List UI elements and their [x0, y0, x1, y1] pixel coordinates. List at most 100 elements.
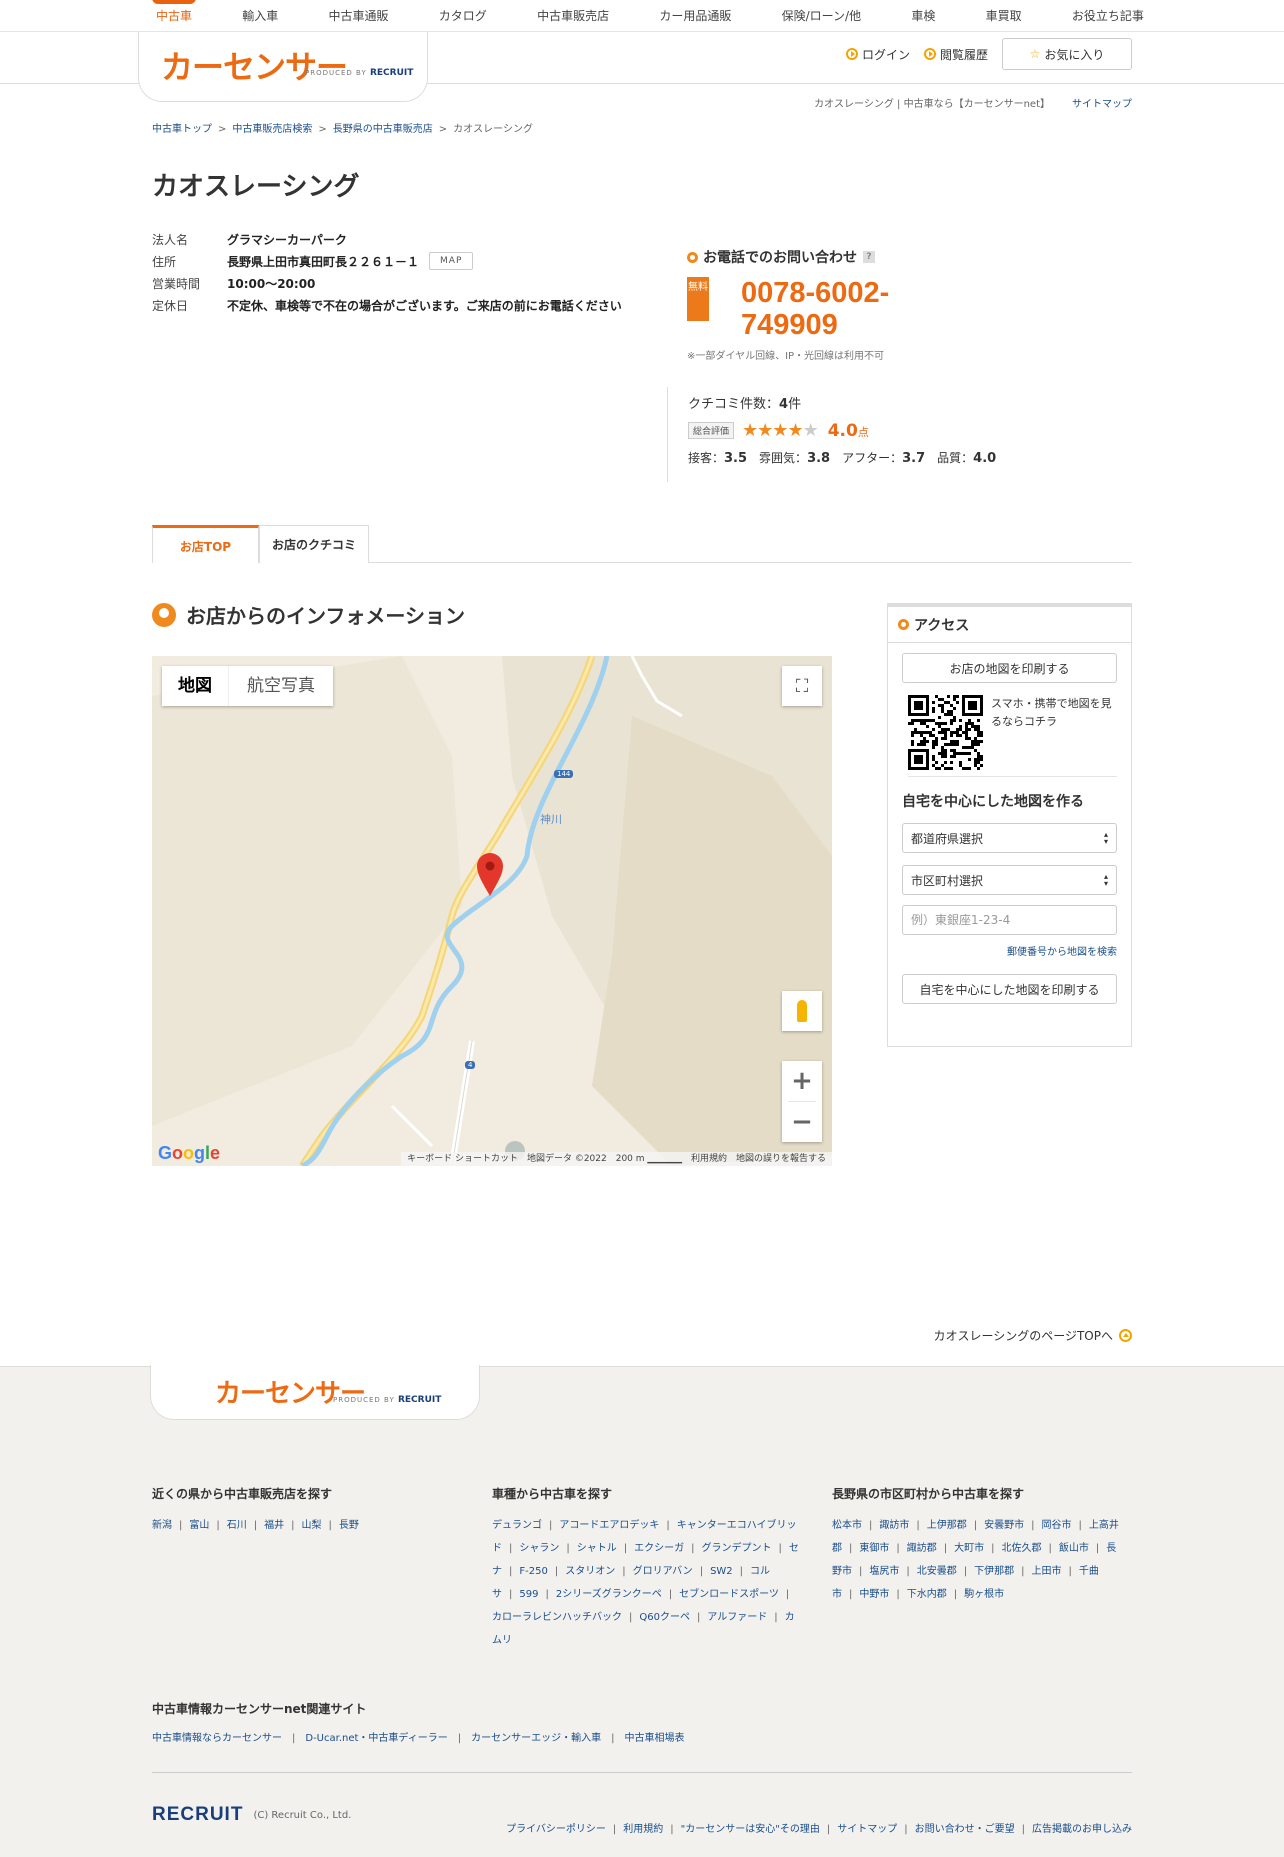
city-link[interactable]: 北佐久郡	[1002, 1543, 1042, 1554]
map-type-map-button[interactable]: 地図	[162, 666, 228, 706]
phone-number[interactable]: 0078-6002- 749909	[741, 277, 889, 341]
car-model-link[interactable]: シャラン	[519, 1543, 559, 1554]
access-panel: アクセス お店の地図を印刷する スマホ・携帯で地図を見るならコチラ 自宅を中心に…	[887, 603, 1132, 1047]
city-link[interactable]: 東御市	[859, 1543, 889, 1554]
zoom-in-button[interactable]: +	[782, 1061, 822, 1101]
car-model-link[interactable]: アコードエアロデッキ	[559, 1520, 659, 1531]
print-map-button[interactable]: お店の地図を印刷する	[902, 653, 1117, 683]
global-nav-item[interactable]: 保険/ローン/他	[776, 0, 868, 32]
footer-link[interactable]: 広告掲載のお申し込み	[1032, 1824, 1132, 1835]
city-link[interactable]: 下伊那郡	[974, 1566, 1014, 1577]
prefecture-link[interactable]: 山梨	[302, 1520, 322, 1531]
city-link[interactable]: 岡谷市	[1042, 1520, 1072, 1531]
prefecture-link[interactable]: 石川	[227, 1520, 247, 1531]
login-link[interactable]: ログイン	[845, 46, 910, 63]
car-model-link[interactable]: グロリアバン	[633, 1566, 693, 1577]
favorites-button[interactable]: ☆ お気に入り	[1002, 38, 1132, 70]
car-model-link[interactable]: F-250	[519, 1566, 547, 1577]
breadcrumb-item[interactable]: 中古車トップ	[152, 124, 212, 135]
map-type-control: 地図 航空写真	[162, 666, 333, 706]
car-model-link[interactable]: アルファード	[707, 1612, 767, 1623]
city-link[interactable]: 駒ヶ根市	[964, 1589, 1004, 1600]
city-link[interactable]: 上田市	[1032, 1566, 1062, 1577]
car-model-link[interactable]: Q60クーペ	[639, 1612, 690, 1623]
fullscreen-icon[interactable]: ⛶	[782, 666, 822, 706]
google-map[interactable]: 神川 144 4 地図 航空写真 ⛶ + − Google キーボード ショート…	[152, 656, 832, 1166]
city-link[interactable]: 中野市	[859, 1589, 889, 1600]
global-nav-item[interactable]: 中古車	[150, 0, 198, 32]
print-home-map-button[interactable]: 自宅を中心にした地図を印刷する	[902, 974, 1117, 1004]
hours-label: 営業時間	[152, 276, 201, 291]
breadcrumb-item[interactable]: 長野県の中古車販売店	[333, 124, 433, 135]
footer-links: 松本市 | 諏訪市 | 上伊那郡 | 安曇野市 | 岡谷市 | 上高井郡 | 東御市 | 諏訪郡 | 大町市 | 北…	[832, 1520, 1119, 1600]
prefecture-link[interactable]: 長野	[339, 1520, 359, 1531]
global-nav: 中古車 輸入車 中古車通販 カタログ 中古車販売店 カー用品通販 保険/ローン/他 車検 車買取…	[0, 0, 1284, 32]
city-link[interactable]: 諏訪市	[879, 1520, 909, 1531]
car-model-link[interactable]: カローラレビンハッチバック	[492, 1612, 622, 1623]
related-site-link[interactable]: カーセンサーエッジ・輸入車	[471, 1733, 601, 1744]
footer-link[interactable]: サイトマップ	[837, 1824, 897, 1835]
history-link[interactable]: 閲覧履歴	[923, 46, 988, 63]
car-model-link[interactable]: セブンロードスポーツ	[679, 1589, 779, 1600]
city-select[interactable]: 市区町村選択	[902, 865, 1117, 895]
car-model-link[interactable]: 599	[519, 1589, 538, 1600]
global-nav-item[interactable]: 輸入車	[236, 0, 284, 32]
global-nav-item[interactable]: 車買取	[980, 0, 1028, 32]
city-link[interactable]: 下水内郡	[907, 1589, 947, 1600]
city-link[interactable]: 諏訪郡	[907, 1543, 937, 1554]
car-model-link[interactable]: SW2	[710, 1566, 733, 1577]
help-icon[interactable]: ?	[863, 251, 875, 263]
prefecture-link[interactable]: 福井	[264, 1520, 284, 1531]
city-link[interactable]: 松本市	[832, 1520, 862, 1531]
breadcrumb-item[interactable]: 中古車販売店検索	[232, 124, 312, 135]
address-input[interactable]	[902, 905, 1117, 935]
footer-link[interactable]: お問い合わせ・ご要望	[915, 1824, 1015, 1835]
global-nav-item[interactable]: お役立ち記事	[1066, 0, 1150, 32]
city-link[interactable]: 大町市	[954, 1543, 984, 1554]
footer-link[interactable]: 利用規約	[623, 1824, 663, 1835]
rating-stars: ★★★★★	[742, 420, 819, 441]
map-type-satellite-button[interactable]: 航空写真	[228, 666, 333, 706]
prefecture-link[interactable]: 新潟	[152, 1520, 172, 1531]
recruit-logo-text[interactable]: RECRUIT	[152, 1804, 243, 1826]
global-nav-item[interactable]: カタログ	[433, 0, 493, 32]
tab-shop-top[interactable]: お店TOP	[152, 525, 259, 563]
car-model-link[interactable]: 2シリーズグランクーペ	[556, 1589, 662, 1600]
car-model-link[interactable]: スタリオン	[565, 1566, 615, 1577]
car-model-link[interactable]: エクシーガ	[634, 1543, 684, 1554]
global-nav-item[interactable]: 車検	[905, 0, 941, 32]
tab-reviews[interactable]: お店のクチコミ	[259, 525, 369, 563]
related-site-link[interactable]: D-Ucar.net・中古車ディーラー	[305, 1733, 447, 1744]
site-logo[interactable]: カーセンサー	[161, 42, 348, 88]
street-view-pegman-icon[interactable]	[782, 991, 822, 1031]
car-model-link[interactable]: シャトル	[577, 1543, 617, 1554]
review-summary: クチコミ件数：4件 総合評価 ★★★★★ 4.0点 接客：3.5 雰囲気：3.8 ア…	[667, 387, 1008, 482]
car-model-link[interactable]: デュランゴ	[492, 1520, 542, 1531]
phone-heading: お電話でのお問い合わせ	[703, 250, 857, 266]
recruit-logo: RECRUIT (C) Recruit Co., Ltd.	[152, 1804, 351, 1826]
page-top-link[interactable]: カオスレーシングのページTOPへ	[933, 1327, 1132, 1344]
car-model-link[interactable]: グランデプント	[702, 1543, 772, 1554]
total-rating-badge: 総合評価	[688, 422, 735, 439]
global-nav-item[interactable]: 中古車販売店	[531, 0, 615, 32]
footer-prefecture-column: 近くの県から中古車販売店を探す 新潟 | 富山 | 石川 | 福井 | 山梨 | 長野	[152, 1485, 462, 1537]
zip-search-link[interactable]: 郵便番号から地図を検索	[902, 943, 1117, 958]
city-link[interactable]: 安曇野市	[984, 1520, 1024, 1531]
related-site-link[interactable]: 中古車相場表	[624, 1733, 684, 1744]
sitemap-link[interactable]: サイトマップ	[1072, 99, 1132, 110]
zoom-out-button[interactable]: −	[782, 1102, 822, 1142]
city-link[interactable]: 塩尻市	[869, 1566, 899, 1577]
footer-link[interactable]: "カーセンサーは安心"その理由	[681, 1824, 820, 1835]
city-link[interactable]: 飯山市	[1059, 1543, 1089, 1554]
footer-col-title: 近くの県から中古車販売店を探す	[152, 1487, 333, 1501]
city-link[interactable]: 上伊那郡	[927, 1520, 967, 1531]
map-attribution[interactable]: キーボード ショートカット 地図データ ©2022 200 m ▁▁▁▁▁ 利用…	[401, 1152, 832, 1166]
city-link[interactable]: 北安曇郡	[917, 1566, 957, 1577]
related-site-link[interactable]: 中古車情報ならカーセンサー	[152, 1733, 282, 1744]
global-nav-item[interactable]: カー用品通販	[653, 0, 737, 32]
prefecture-select[interactable]: 都道府県選択	[902, 823, 1117, 853]
footer-link[interactable]: プライバシーポリシー	[506, 1824, 606, 1835]
global-nav-item[interactable]: 中古車通販	[323, 0, 395, 32]
prefecture-link[interactable]: 富山	[189, 1520, 209, 1531]
map-button[interactable]: MAP	[429, 252, 474, 270]
